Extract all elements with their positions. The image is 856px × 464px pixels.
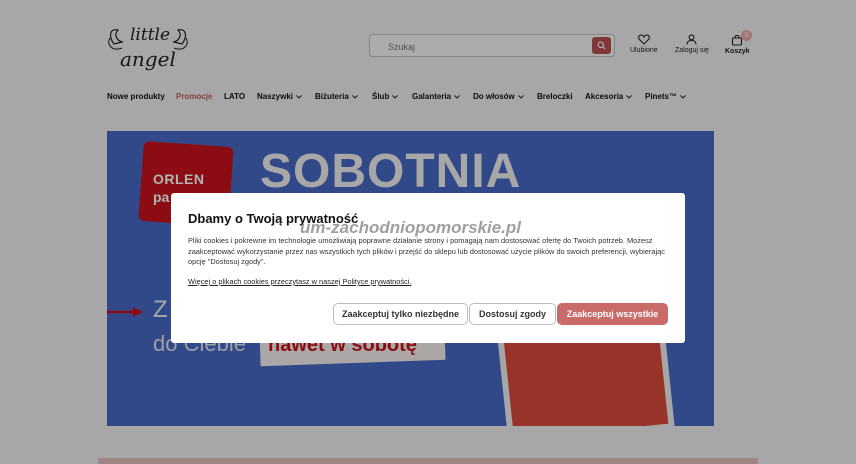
page: little angel Ulubione Zaloguj się Koszyk bbox=[0, 0, 856, 464]
accept-necessary-button[interactable]: Zaakceptuj tylko niezbędne bbox=[333, 303, 468, 325]
cookie-modal-body: Pliki cookies i pokrewne im technologie … bbox=[188, 236, 665, 266]
watermark-text: um-zachodniopomorskie.pl bbox=[300, 218, 522, 237]
accept-all-button[interactable]: Zaakceptuj wszystkie bbox=[557, 303, 668, 325]
cookie-consent-modal: Dbamy o Twoją prywatność um-zachodniopom… bbox=[171, 193, 685, 343]
customize-consent-button[interactable]: Dostosuj zgody bbox=[469, 303, 556, 325]
privacy-policy-link[interactable]: Więcej o plikach cookies przeczytasz w n… bbox=[188, 277, 411, 286]
